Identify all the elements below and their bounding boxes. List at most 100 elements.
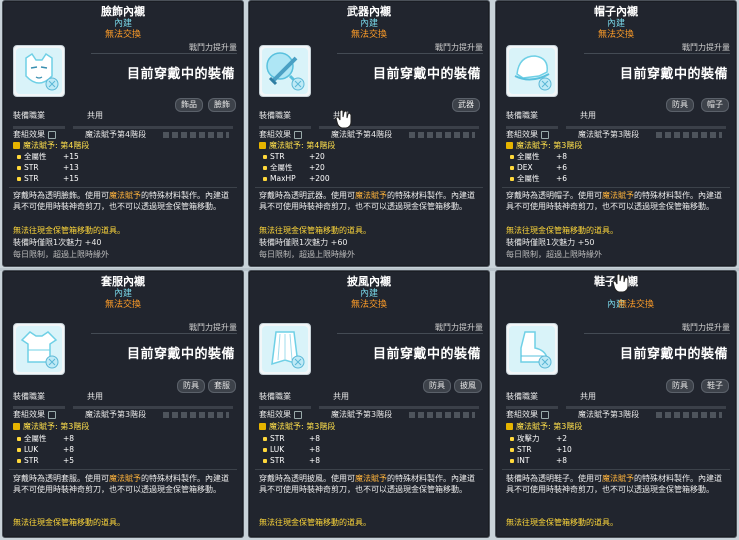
hand-cursor-icon xyxy=(612,273,629,293)
job-value: 共用 xyxy=(580,392,596,401)
category-tag: 飾品 xyxy=(175,98,203,112)
magic-enchant: 魔法賦予: 第3階段 xyxy=(13,422,89,432)
enchant-icon xyxy=(13,423,20,430)
set-effect-label: 套組效果 xyxy=(506,130,538,139)
daily-limit: 每日限制，超過上限時緣外 xyxy=(13,250,109,259)
job-label: 裝備職業 xyxy=(506,392,538,401)
trade-status: 無法交換 xyxy=(104,30,141,40)
cape-icon xyxy=(262,326,308,372)
hat-icon xyxy=(509,48,555,94)
job-row: 裝備職業 共用 xyxy=(259,111,481,121)
magic-enchant: 魔法賦予: 第3階段 xyxy=(259,422,335,432)
stat-row: 攻擊力 +2 xyxy=(510,434,567,445)
lock-icon xyxy=(541,410,549,419)
stat-row: 全屬性 +6 xyxy=(510,174,567,185)
item-title: 帽子內襯 xyxy=(594,5,638,18)
trade-status: 無法交換 xyxy=(104,300,141,310)
stat-row: STR +8 xyxy=(263,456,320,467)
magic-enchant: 魔法賦予: 第3階段 xyxy=(506,422,582,432)
job-row: 裝備職業 共用 xyxy=(13,392,235,402)
equipped-notice: 目前穿戴中的裝備 xyxy=(619,67,728,82)
tooltip-weapon: 武器內襯 內建 無法交換 戰鬥力提升量 目前穿戴中的裝備 武器 裝備職業 共用 … xyxy=(248,0,490,267)
stat-row: STR +20 xyxy=(263,152,325,163)
combat-power-label: 戰鬥力提升量 xyxy=(435,43,483,52)
stat-row: MaxHP +200 xyxy=(263,174,330,185)
job-label: 裝備職業 xyxy=(259,111,291,120)
overall-icon xyxy=(16,326,62,372)
lock-icon xyxy=(541,130,549,139)
enchant-icon xyxy=(259,423,266,430)
enchant-icon xyxy=(13,142,20,149)
stat-row: LUK +8 xyxy=(263,445,320,456)
stat-list: 全屬性 +15 STR +13 STR +15 xyxy=(17,152,79,185)
item-title: 披風內襯 xyxy=(347,275,391,288)
set-effect-row: 套組效果 魔法賦予第4階段 xyxy=(259,130,481,140)
lock-icon xyxy=(48,130,56,139)
category-tag: 帽子 xyxy=(701,98,729,112)
combat-power-bar xyxy=(91,333,237,334)
shoes-icon xyxy=(509,326,555,372)
stat-row: STR +13 xyxy=(17,163,79,174)
job-row: 裝備職業 共用 xyxy=(506,111,728,121)
magic-enchant: 魔法賦予: 第3階段 xyxy=(506,141,582,151)
item-description: 穿戴時為透明武器。使用可魔法賦予的特殊材料製作。內建道具不可使用時裝神奇剪刀，也… xyxy=(259,191,475,211)
combat-power-bar xyxy=(584,53,730,54)
combat-power-bar xyxy=(91,53,237,54)
item-icon-box xyxy=(259,323,311,375)
item-title: 套服內襯 xyxy=(101,275,145,288)
set-effect-row: 套組效果 魔法賦予第3階段 xyxy=(259,410,481,420)
set-effect-label: 套組效果 xyxy=(13,130,45,139)
trade-status: 無法交換 xyxy=(617,300,654,310)
combat-power-bar xyxy=(584,333,730,334)
set-effect-row: 套組效果 魔法賦予第3階段 xyxy=(13,410,235,420)
enchant-icon xyxy=(259,142,266,149)
enchant-icon xyxy=(506,423,513,430)
category-tag: 套服 xyxy=(208,379,236,393)
set-effect-row: 套組效果 魔法賦予第3階段 xyxy=(506,130,728,140)
set-effect-label: 套組效果 xyxy=(506,410,538,419)
job-value: 共用 xyxy=(333,392,349,401)
item-grade: 內建 xyxy=(359,19,378,29)
equipped-notice: 目前穿戴中的裝備 xyxy=(126,347,235,362)
stat-row: 全屬性 +8 xyxy=(510,152,567,163)
category-tag: 鞋子 xyxy=(701,379,729,393)
stat-row: STR +8 xyxy=(263,434,320,445)
warning-text: 無法往現金保管箱移動的道具。 xyxy=(259,226,371,235)
trade-status: 無法交換 xyxy=(350,300,387,310)
tooltip-hat: 帽子內襯 內建 無法交換 戰鬥力提升量 目前穿戴中的裝備 防具 帽子 裝備職業 … xyxy=(495,0,737,267)
stat-list: 攻擊力 +2 STR +10 INT +8 xyxy=(510,434,572,467)
category-tag: 防具 xyxy=(177,379,205,393)
trade-status: 無法交換 xyxy=(350,30,387,40)
stat-row: DEX +6 xyxy=(510,163,567,174)
item-grade: 內建 xyxy=(606,19,625,29)
tooltip-face-accessory: 臉飾內襯 內建 無法交換 戰鬥力提升量 目前穿戴中的裝備 飾品 臉飾 裝備職業 … xyxy=(2,0,244,267)
set-effect-value: 魔法賦予第4階段 xyxy=(85,130,147,139)
item-description: 裝備時為透明鞋子。使用可魔法賦予的特殊材料製作。內建道具不可使用時裝神奇剪刀，也… xyxy=(506,474,722,494)
equipped-notice: 目前穿戴中的裝備 xyxy=(126,67,235,82)
warning-text: 無法往現金保管箱移動的道具。 xyxy=(259,518,371,527)
item-icon-box xyxy=(13,323,65,375)
item-grade: 內建 xyxy=(359,289,378,299)
set-effect-label: 套組效果 xyxy=(13,410,45,419)
magic-enchant: 魔法賦予: 第4階段 xyxy=(259,141,335,151)
item-icon-box xyxy=(259,45,311,97)
set-effect-value: 魔法賦予第3階段 xyxy=(331,410,393,419)
stat-list: 全屬性 +8 LUK +8 STR +5 xyxy=(17,434,74,467)
job-value: 共用 xyxy=(87,111,103,120)
combat-power-label: 戰鬥力提升量 xyxy=(682,43,730,52)
equipped-notice: 目前穿戴中的裝備 xyxy=(372,347,481,362)
lock-icon xyxy=(48,410,56,419)
stat-list: 全屬性 +8 DEX +6 全屬性 +6 xyxy=(510,152,567,185)
set-effect-label: 套組效果 xyxy=(259,410,291,419)
sword-icon xyxy=(262,48,308,94)
job-row: 裝備職業 共用 xyxy=(13,111,235,121)
item-icon-box xyxy=(13,45,65,97)
item-description: 穿戴時為透明套服。使用可魔法賦予的特殊材料製作。內建道具不可使用時裝神奇剪刀，也… xyxy=(13,474,229,494)
category-tag: 臉飾 xyxy=(208,98,236,112)
face-mask-icon xyxy=(16,48,62,94)
stat-row: LUK +8 xyxy=(17,445,74,456)
category-tag: 武器 xyxy=(452,98,480,112)
stat-row: 全屬性 +15 xyxy=(17,152,79,163)
tooltip-shoes: 鞋子內襯 內建 無法交換 戰鬥力提升量 目前穿戴中的裝備 防具 鞋子 裝備職業 … xyxy=(495,270,737,538)
magic-enchant: 魔法賦予: 第4階段 xyxy=(13,141,89,151)
